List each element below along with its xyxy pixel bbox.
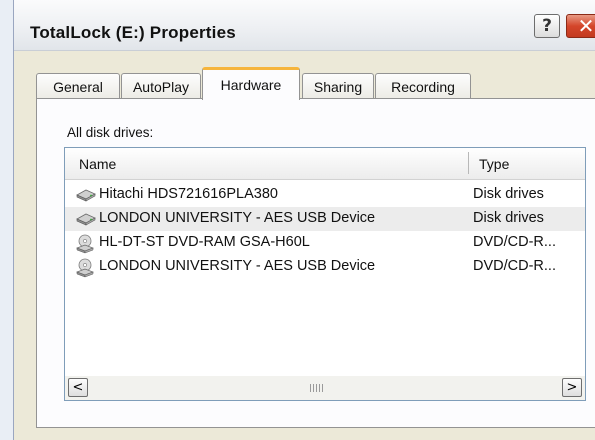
device-type: DVD/CD-R... [473,234,556,250]
title-bar[interactable]: TotalLock (E:) Properties ? ✕ [14,0,595,51]
hardware-panel: All disk drives: Name Type Hitachi HDS72… [36,98,595,428]
tab-hardware[interactable]: Hardware [202,67,300,100]
scroll-left-button[interactable]: < [68,378,88,397]
device-name: LONDON UNIVERSITY - AES USB Device [99,210,376,226]
horizontal-scrollbar[interactable]: < > [65,376,585,400]
close-button[interactable]: ✕ [566,14,595,38]
tab-general[interactable]: General [36,73,120,99]
all-disk-drives-label: All disk drives: [67,125,154,140]
device-type: Disk drives [473,186,544,202]
device-type: Disk drives [473,210,544,226]
window-title: TotalLock (E:) Properties [30,23,236,42]
help-button[interactable]: ? [534,14,560,38]
properties-dialog: TotalLock (E:) Properties ? ✕ General Au… [13,0,595,440]
list-item[interactable]: LONDON UNIVERSITY - AES USB Device Disk … [65,207,585,231]
list-item[interactable]: Hitachi HDS721616PLA380 Disk drives [65,183,585,207]
list-item[interactable]: LONDON UNIVERSITY - AES USB Device DVD/C… [65,255,585,279]
hard-disk-icon [75,210,96,228]
tab-sharing[interactable]: Sharing [302,73,374,99]
column-header-name[interactable]: Name [79,156,116,172]
scroll-thumb-grip-icon[interactable] [310,384,324,392]
hard-disk-icon [75,186,96,204]
device-type: DVD/CD-R... [473,258,556,274]
disk-drives-list[interactable]: Name Type Hitachi HDS721616PLA380 Disk d… [64,147,586,401]
column-divider[interactable] [468,152,469,174]
optical-drive-icon [75,258,95,278]
tab-autoplay[interactable]: AutoPlay [121,73,201,99]
list-item[interactable]: HL-DT-ST DVD-RAM GSA-H60L DVD/CD-R... [65,231,585,255]
tab-recording[interactable]: Recording [375,73,471,99]
list-header: Name Type [65,148,585,180]
device-name: HL-DT-ST DVD-RAM GSA-H60L [99,234,310,250]
optical-drive-icon [75,234,95,254]
column-header-type[interactable]: Type [479,156,509,172]
device-name: LONDON UNIVERSITY - AES USB Device [99,258,376,274]
device-name: Hitachi HDS721616PLA380 [99,186,278,202]
scroll-right-button[interactable]: > [562,378,582,397]
